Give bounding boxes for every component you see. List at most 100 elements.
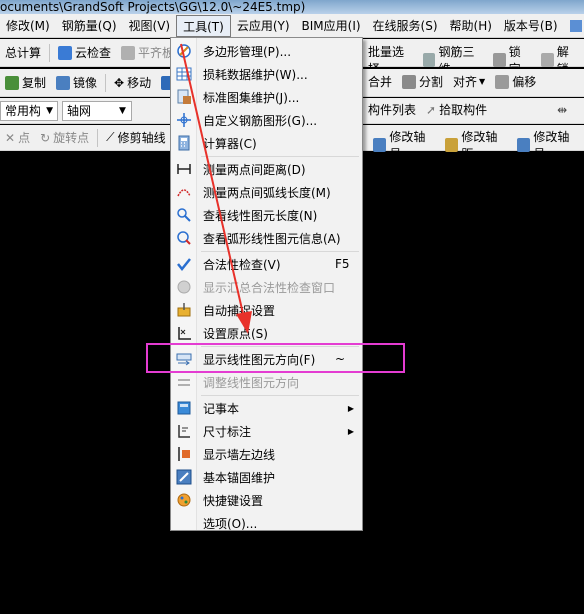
menu-item-set-origin[interactable]: 设置原点(S) xyxy=(171,322,362,344)
menu-item-notepad[interactable]: 记事本 ▶ xyxy=(171,397,362,419)
chevron-down-icon: ▼ xyxy=(46,105,53,116)
chevron-down-icon: ▼ xyxy=(479,77,486,86)
copy-icon xyxy=(5,75,19,90)
component-select[interactable]: 轴网 ▼ xyxy=(62,100,132,121)
notepad-icon xyxy=(176,400,192,416)
menu-item-line-length[interactable]: 查看线性图元长度(N) xyxy=(171,204,362,226)
divider xyxy=(49,43,51,62)
unlock-icon xyxy=(540,53,554,67)
copy-button[interactable]: 复制 xyxy=(0,74,51,91)
menu-bim[interactable]: BIM应用(I) xyxy=(296,15,367,37)
toolbar-2-right: 合并 分割 对齐 ▼ 偏移 xyxy=(363,73,541,90)
axis-spacing-icon xyxy=(445,138,459,152)
divider xyxy=(97,128,99,147)
menu-item-arc-info[interactable]: 查看弧形线性图元信息(A) xyxy=(171,227,362,249)
menu-item-dimension[interactable]: 尺寸标注 ▶ xyxy=(171,420,362,442)
axis-number-icon xyxy=(517,138,531,152)
point-button[interactable]: ✕ 点 xyxy=(0,129,35,146)
measure-arc-icon xyxy=(176,184,192,200)
menu-modify[interactable]: 修改(M) xyxy=(0,15,56,37)
cloud-check-button[interactable]: 云检查 xyxy=(53,44,116,61)
rotate-point-button[interactable]: ↻ 旋转点 xyxy=(35,129,94,146)
check-icon xyxy=(176,256,192,272)
component-type-select[interactable]: 常用构件类▼ xyxy=(0,100,58,121)
toolbar-3-right: 构件列表 ➚ 拾取构件 ⇹ xyxy=(363,101,572,118)
submenu-arrow-icon: ▶ xyxy=(347,403,354,413)
mirror-icon xyxy=(56,75,71,90)
line-length-icon xyxy=(176,207,192,223)
dimension-icon xyxy=(176,423,192,439)
total-calc-button[interactable]: 总计算 xyxy=(0,44,46,61)
more-tools-button[interactable]: ⇹ xyxy=(552,103,572,117)
menu-item-show-check-window[interactable]: 显示汇总合法性检查窗口 xyxy=(171,276,362,298)
slab-icon xyxy=(121,45,136,60)
calculator-icon xyxy=(176,135,192,151)
chevron-down-icon: ▼ xyxy=(119,105,126,116)
menu-view[interactable]: 视图(V) xyxy=(123,15,177,37)
window-title: ocuments\GrandSoft Projects\GG\12.0\~24E… xyxy=(0,0,584,14)
merge-button[interactable]: 合并 xyxy=(363,73,397,90)
menu-item-polygon-manage[interactable]: 多边形管理(P)... xyxy=(171,40,362,62)
menu-item-validity-check[interactable]: 合法性检查(V) F5 xyxy=(171,253,362,275)
component-list-button[interactable]: 构件列表 xyxy=(363,101,421,118)
pick-component-button[interactable]: ➚ 拾取构件 xyxy=(421,101,492,118)
trim-axis-button[interactable]: ⟋ 修剪轴线 xyxy=(101,129,170,146)
cloud-check-icon xyxy=(58,45,73,60)
menu-item-custom-rebar-shape[interactable]: 自定义钢筋图形(G)... xyxy=(171,109,362,131)
rebar-3d-icon xyxy=(422,53,436,67)
window-icon xyxy=(176,279,192,295)
measure-distance-icon xyxy=(176,161,192,177)
lock-icon xyxy=(492,53,506,67)
menu-item-options[interactable]: 选项(O)... xyxy=(171,512,362,534)
snap-icon xyxy=(176,302,192,318)
split-icon xyxy=(402,74,417,89)
mirror-button[interactable]: 镜像 xyxy=(51,74,102,91)
trim-icon: ⟋ xyxy=(106,130,115,144)
menu-help[interactable]: 帮助(H) xyxy=(444,15,498,37)
move-button[interactable]: ✥ 移动 xyxy=(109,74,156,91)
shortcut-icon xyxy=(176,492,192,508)
menu-separator xyxy=(201,251,359,252)
pick-icon: ➚ xyxy=(426,102,437,117)
highlight-box xyxy=(146,343,405,373)
divider xyxy=(105,73,107,92)
new-icon xyxy=(569,19,582,32)
menu-item-standard-atlas[interactable]: 标准图集维护(J)... xyxy=(171,86,362,108)
submenu-arrow-icon: ▶ xyxy=(347,426,354,436)
tools-dropdown-menu: 多边形管理(P)... 损耗数据维护(W)... 标准图集维护(J)... 自定… xyxy=(170,37,363,531)
menu-version[interactable]: 版本号(B) xyxy=(498,15,564,37)
atlas-icon xyxy=(176,89,192,105)
table-icon xyxy=(176,66,192,82)
menu-new[interactable]: 新建 xyxy=(564,15,584,37)
menu-item-adjust-line-direction[interactable]: 调整线性图元方向 xyxy=(171,371,362,393)
adjust-direction-icon xyxy=(176,374,192,390)
menu-item-calculator[interactable]: 计算器(C) xyxy=(171,132,362,154)
menu-item-loss-data[interactable]: 损耗数据维护(W)... xyxy=(171,63,362,85)
menu-item-show-wall-left-line[interactable]: 显示墙左边线 xyxy=(171,443,362,465)
rebar-shape-icon xyxy=(176,112,192,128)
menu-item-shortcut-settings[interactable]: 快捷键设置 xyxy=(171,489,362,511)
menu-separator xyxy=(201,395,359,396)
wall-left-icon xyxy=(176,446,192,462)
rotate-point-icon: ↻ xyxy=(40,130,51,145)
menu-bar: 修改(M) 钢筋量(Q) 视图(V) 工具(T) 云应用(Y) BIM应用(I)… xyxy=(0,14,584,38)
menu-tools[interactable]: 工具(T) xyxy=(176,14,231,37)
polygon-icon xyxy=(176,43,192,59)
origin-icon xyxy=(176,325,192,341)
offset-button[interactable]: 偏移 xyxy=(490,73,541,90)
menu-rebar-quantity[interactable]: 钢筋量(Q) xyxy=(56,15,123,37)
menu-item-auto-snap[interactable]: 自动捕捉设置 xyxy=(171,299,362,321)
menu-item-measure-distance[interactable]: 测量两点间距离(D) xyxy=(171,158,362,180)
align-button[interactable]: 对齐 ▼ xyxy=(448,73,490,90)
move-icon: ✥ xyxy=(114,75,125,90)
menu-online-service[interactable]: 在线服务(S) xyxy=(367,15,444,37)
anchor-icon xyxy=(176,469,192,485)
menu-item-measure-arc[interactable]: 测量两点间弧线长度(M) xyxy=(171,181,362,203)
menu-item-anchor-maintenance[interactable]: 基本锚固维护 xyxy=(171,466,362,488)
arc-info-icon xyxy=(176,230,192,246)
offset-icon xyxy=(495,74,510,89)
split-button[interactable]: 分割 xyxy=(397,73,448,90)
menu-separator xyxy=(201,156,359,157)
point-icon: ✕ xyxy=(5,130,16,145)
menu-cloud[interactable]: 云应用(Y) xyxy=(231,15,296,37)
